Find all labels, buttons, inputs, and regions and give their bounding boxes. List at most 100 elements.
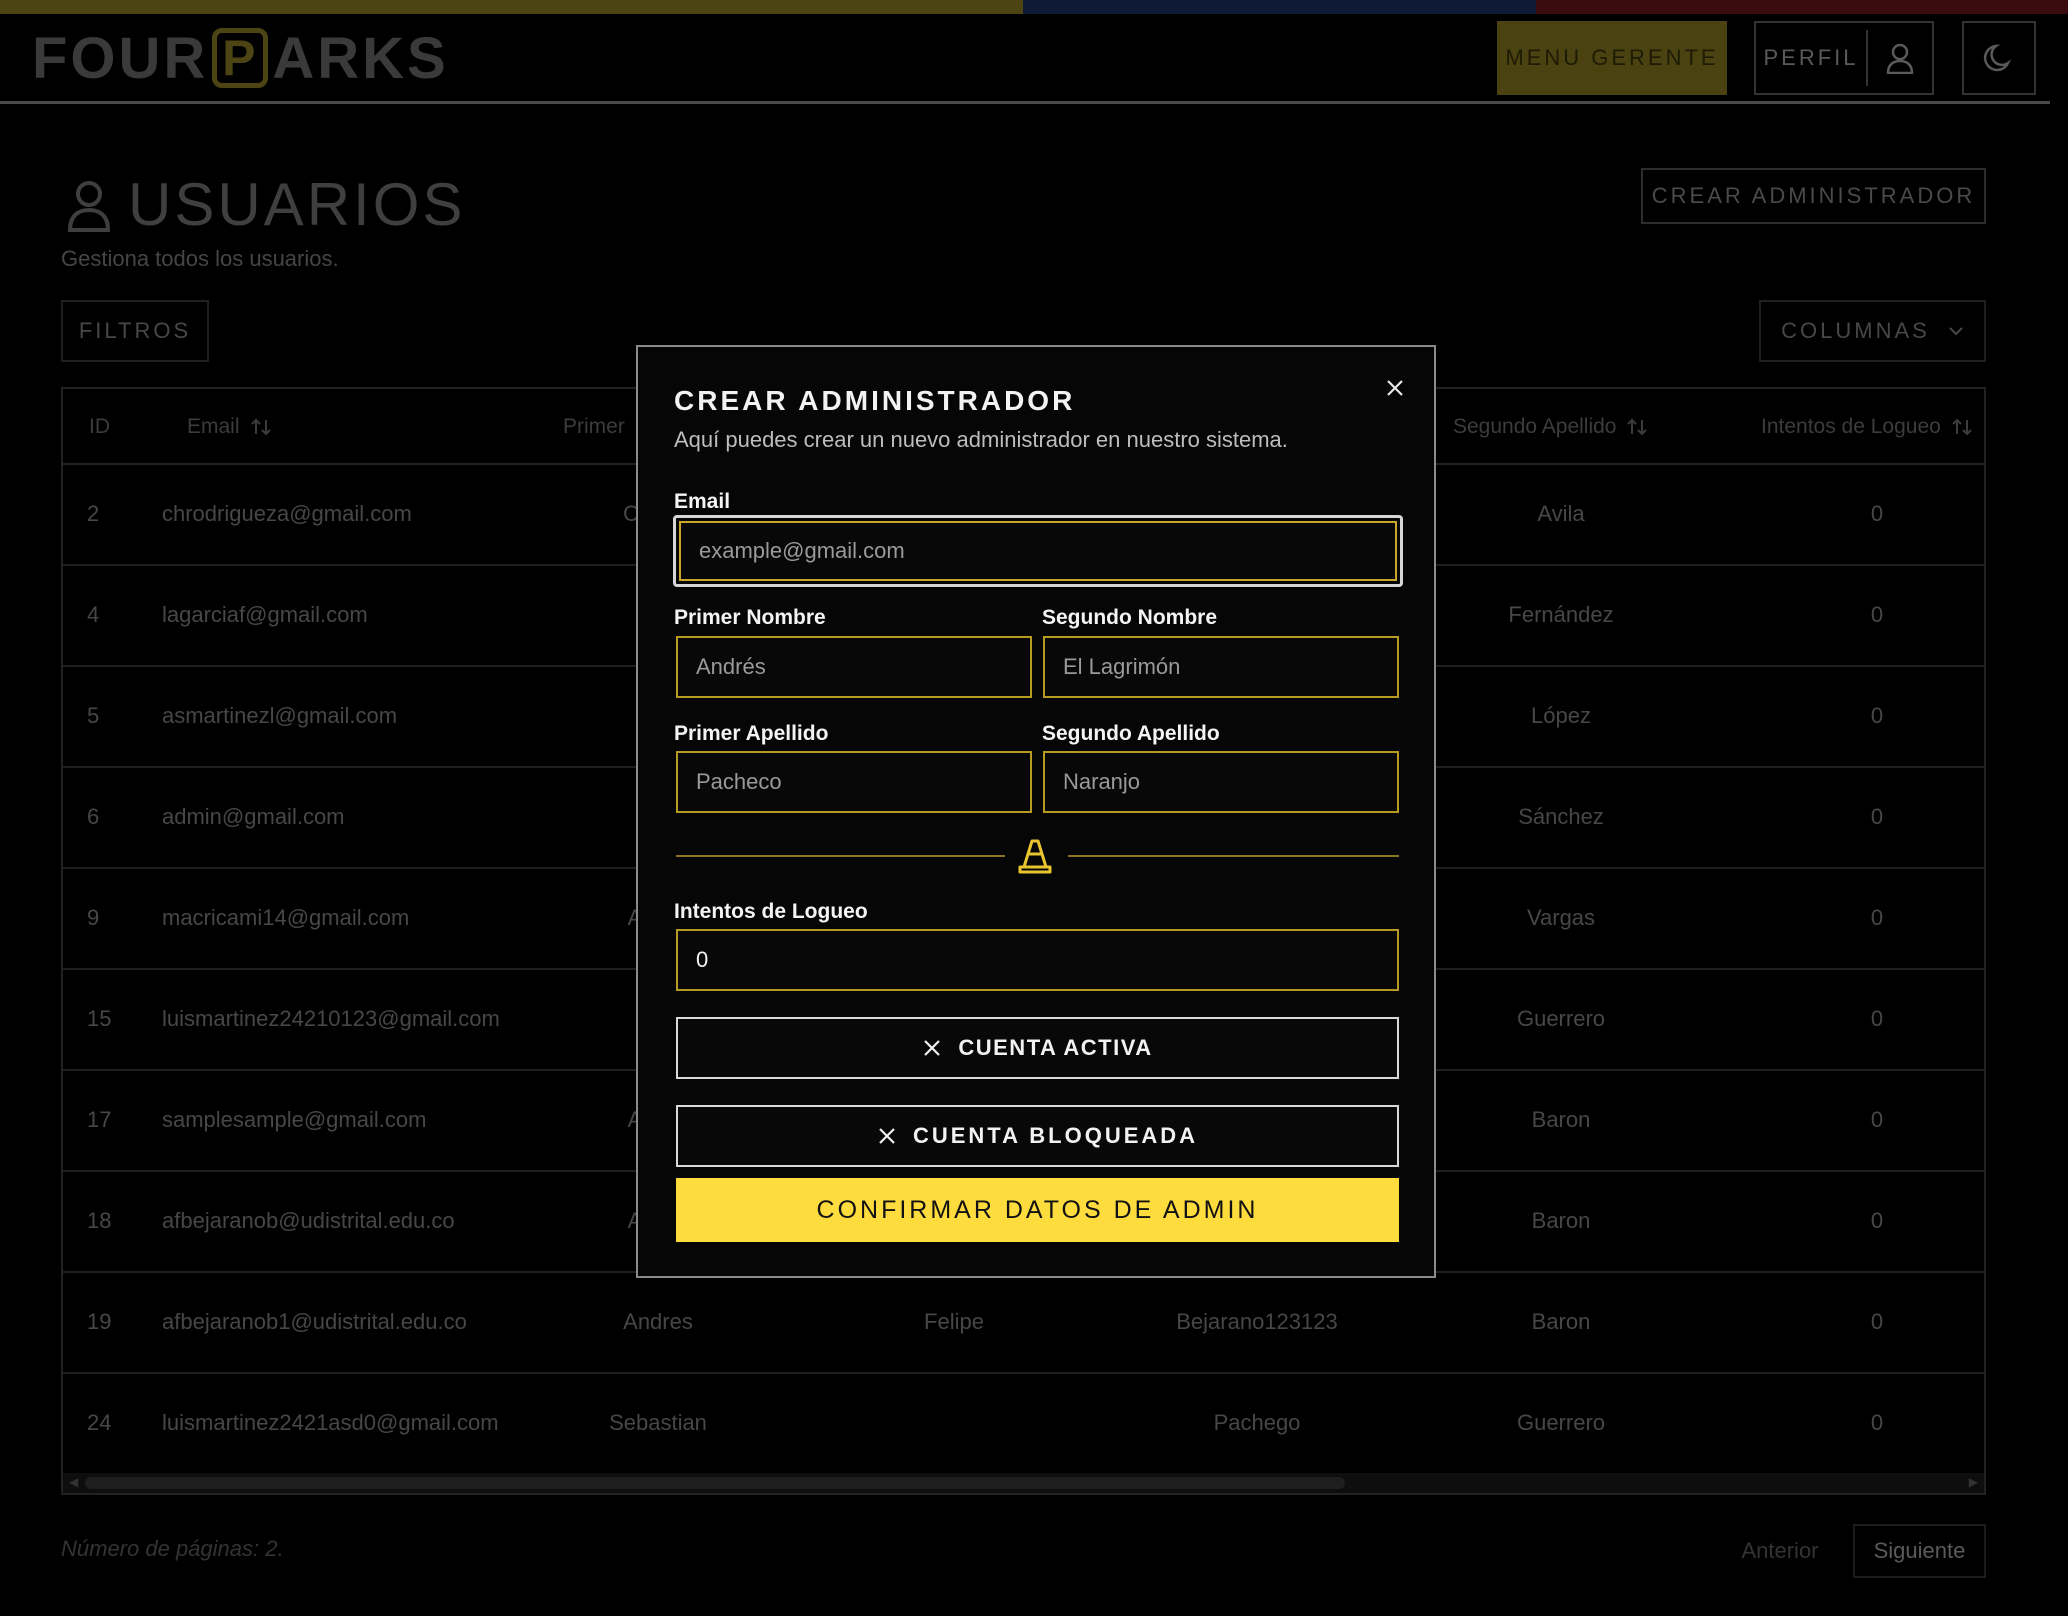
cell-intentos: 0 — [1870, 1410, 1884, 1435]
crear-administrador-dialog: CREAR ADMINISTRADOR Aquí puedes crear un… — [636, 345, 1436, 1278]
menu-gerente-button[interactable]: MENU GERENTE — [1497, 21, 1727, 95]
column-header-label: Email — [187, 415, 240, 438]
column-header-primer[interactable]: Primer — [563, 415, 625, 439]
cell-email: admin@gmail.com — [162, 804, 345, 829]
table-row[interactable]: 24 luismartinez2421asd0@gmail.com Sebast… — [63, 1374, 1984, 1475]
primer-apellido-field[interactable] — [676, 751, 1032, 813]
intentos-label: Intentos de Logueo — [674, 900, 868, 923]
columnas-button[interactable]: COLUMNAS — [1759, 300, 1986, 362]
cell-id: 5 — [87, 703, 100, 728]
cuenta-activa-toggle[interactable]: CUENTA ACTIVA — [676, 1017, 1399, 1079]
theme-toggle-button[interactable] — [1962, 21, 2036, 95]
cell-id: 19 — [87, 1309, 112, 1334]
chevron-down-icon — [1949, 327, 1963, 336]
horizontal-scrollbar[interactable]: ◀ ▶ — [63, 1473, 1984, 1493]
cell-id: 4 — [87, 602, 100, 627]
cell-intentos: 0 — [1870, 1208, 1884, 1233]
stripe-segment — [1536, 0, 2068, 14]
user-icon — [1868, 42, 1932, 74]
app-header: FOUR P ARKS MENU GERENTE PERFIL — [0, 14, 2050, 104]
cell-segundo-apellido: Fernández — [1508, 602, 1614, 627]
stripe-segment — [1023, 0, 1536, 14]
page-title-text: USUARIOS — [128, 171, 466, 238]
primer-nombre-label: Primer Nombre — [674, 606, 826, 629]
cell-intentos: 0 — [1870, 501, 1884, 526]
moon-icon — [1983, 44, 2012, 72]
cell-id: 18 — [87, 1208, 112, 1233]
segundo-nombre-label: Segundo Nombre — [1042, 606, 1218, 629]
email-field[interactable] — [679, 521, 1397, 581]
primer-apellido-label: Primer Apellido — [674, 722, 829, 745]
cell-email: afbejaranob@udistrital.edu.co — [162, 1208, 455, 1233]
cell-intentos: 0 — [1870, 905, 1884, 930]
cell-email: samplesample@gmail.com — [162, 1107, 427, 1132]
cell-id: 2 — [87, 501, 100, 526]
column-header-label: ID — [89, 415, 110, 438]
sort-icon[interactable] — [1626, 416, 1648, 438]
cell-id: 6 — [87, 804, 100, 829]
perfil-button[interactable]: PERFIL — [1754, 21, 1934, 95]
segundo-apellido-field[interactable] — [1043, 751, 1399, 813]
column-header-email[interactable]: Email — [187, 415, 272, 439]
siguiente-button[interactable]: Siguiente — [1853, 1524, 1986, 1578]
cell-segundo-apellido: Vargas — [1526, 905, 1596, 930]
cell-segundo-apellido: Baron — [1531, 1309, 1591, 1334]
logo-p-box: P — [212, 28, 269, 88]
cell-intentos: 0 — [1870, 1107, 1884, 1132]
cuenta-activa-label: CUENTA ACTIVA — [958, 1035, 1153, 1060]
stripe-segment — [0, 0, 1023, 14]
column-header-label: Segundo Apellido — [1453, 415, 1617, 438]
cell-intentos: 0 — [1870, 804, 1884, 829]
dialog-title: CREAR ADMINISTRADOR — [674, 385, 1076, 416]
four-parks-logo[interactable]: FOUR P ARKS — [32, 25, 449, 91]
cell-id: 9 — [87, 905, 100, 930]
cell-primer-apellido: Pachego — [1213, 1410, 1301, 1435]
column-header-id[interactable]: ID — [89, 415, 110, 439]
filtros-button[interactable]: FILTROS — [61, 300, 209, 362]
close-button[interactable] — [1380, 373, 1410, 403]
segundo-apellido-label: Segundo Apellido — [1042, 722, 1220, 745]
scroll-right-icon[interactable]: ▶ — [1969, 1475, 1978, 1489]
cell-segundo-apellido: Sánchez — [1518, 804, 1604, 829]
cell-segundo-nombre: Felipe — [924, 1309, 984, 1334]
cuenta-bloqueada-toggle[interactable]: CUENTA BLOQUEADA — [676, 1105, 1399, 1167]
email-focus-ring — [673, 515, 1403, 587]
sort-icon[interactable] — [250, 416, 272, 438]
cell-id: 15 — [87, 1006, 112, 1031]
cell-email: chrodrigueza@gmail.com — [162, 501, 412, 526]
cell-segundo-apellido: Baron — [1531, 1107, 1591, 1132]
cell-segundo-apellido: Guerrero — [1516, 1006, 1606, 1031]
confirmar-datos-button[interactable]: CONFIRMAR DATOS DE ADMIN — [676, 1178, 1399, 1242]
cell-intentos: 0 — [1870, 1006, 1884, 1031]
cell-primer-nombre: Andres — [623, 1309, 693, 1334]
anterior-button[interactable]: Anterior — [1722, 1524, 1838, 1578]
crear-administrador-button[interactable]: CREAR ADMINISTRADOR — [1641, 168, 1986, 224]
close-icon — [1387, 380, 1403, 396]
divider-line — [1068, 855, 1399, 857]
dialog-description: Aquí puedes crear un nuevo administrador… — [674, 427, 1288, 452]
cell-primer-nombre: Sebastian — [609, 1410, 707, 1435]
scroll-left-icon[interactable]: ◀ — [69, 1475, 78, 1489]
sort-icon[interactable] — [1951, 416, 1973, 438]
cell-intentos: 0 — [1870, 1309, 1884, 1334]
close-icon — [879, 1128, 895, 1144]
logo-text-part1: FOUR — [32, 25, 209, 91]
column-header-segundo-apellido[interactable]: Segundo Apellido — [1453, 415, 1648, 439]
intentos-field[interactable] — [676, 929, 1399, 991]
cell-segundo-apellido: López — [1531, 703, 1591, 728]
cell-intentos: 0 — [1870, 703, 1884, 728]
cell-email: afbejaranob1@udistrital.edu.co — [162, 1309, 467, 1334]
traffic-cone-icon — [1017, 837, 1053, 880]
segundo-nombre-field[interactable] — [1043, 636, 1399, 698]
cell-primer-apellido: Bejarano123123 — [1176, 1309, 1338, 1334]
scrollbar-thumb[interactable] — [85, 1477, 1345, 1489]
table-row[interactable]: 19 afbejaranob1@udistrital.edu.co Andres… — [63, 1273, 1984, 1374]
cell-email: asmartinezl@gmail.com — [162, 703, 398, 728]
cell-email: macricami14@gmail.com — [162, 905, 410, 930]
primer-nombre-field[interactable] — [676, 636, 1032, 698]
cell-segundo-apellido: Baron — [1531, 1208, 1591, 1233]
cell-email: luismartinez24210123@gmail.com — [162, 1006, 500, 1031]
column-header-intentos[interactable]: Intentos de Logueo — [1761, 415, 1973, 439]
close-icon — [924, 1040, 941, 1056]
cuenta-bloqueada-label: CUENTA BLOQUEADA — [912, 1123, 1199, 1148]
